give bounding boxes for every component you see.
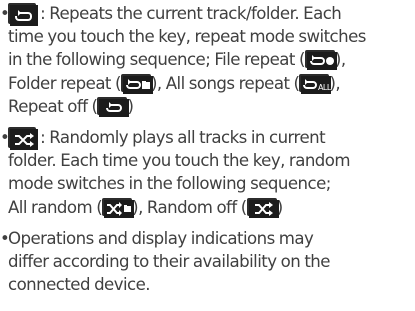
shuffle-off-icon: [246, 197, 279, 218]
repeat-desc-8: Repeat off (: [8, 96, 98, 116]
note-item-line-3: connected device.: [0, 273, 415, 296]
repeat-item-line-3: in the following sequence; File repeat (…: [0, 48, 415, 71]
repeat-desc-2: time you touch the key, repeat mode swit…: [8, 27, 366, 47]
repeat-key-icon: [8, 3, 38, 26]
random-desc-2: folder. Each time you touch the key, ran…: [8, 151, 351, 171]
note-desc-2: differ according to their availability o…: [8, 251, 330, 271]
repeat-desc-6: ), All songs repeat (: [150, 73, 300, 93]
repeat-file-icon: [304, 50, 337, 71]
repeat-item-line-4: Folder repeat ( ), All songs repeat ( AL…: [0, 72, 415, 95]
repeat-off-icon: [97, 96, 130, 117]
shuffle-icon: [10, 128, 38, 150]
repeat-folder-icon: [120, 73, 153, 94]
shuffle-all-icon: [102, 197, 135, 218]
svg-text:ALL: ALL: [318, 83, 331, 92]
random-item-line-4: All random ( ), Random off ( ): [0, 196, 415, 219]
repeat-item-line-5: Repeat off ( ): [0, 95, 415, 118]
random-item-line-2: folder. Each time you touch the key, ran…: [0, 149, 415, 172]
document-body: • : Repeats the current track/folder. Ea…: [0, 0, 415, 296]
shuffle-key-icon: [8, 126, 38, 150]
repeat-item-line-1: • : Repeats the current track/folder. Ea…: [0, 2, 415, 26]
random-desc-3: mode switches in the following sequence;: [8, 174, 331, 194]
bullet: •: [0, 127, 10, 147]
random-item-line-3: mode switches in the following sequence;: [0, 172, 415, 195]
repeat-icon: [10, 5, 38, 26]
random-item-line-1: • : Randomly plays all tracks in current: [0, 126, 415, 150]
repeat-item-line-2: time you touch the key, repeat mode swit…: [0, 25, 415, 48]
repeat-desc-5: Folder repeat (: [8, 73, 121, 93]
repeat-all-icon: ALL: [299, 73, 332, 94]
bullet: •: [0, 228, 10, 248]
random-desc-5: ), Random off (: [132, 197, 247, 217]
repeat-desc-3: in the following sequence; File repeat (: [8, 50, 305, 70]
repeat-desc-1: : Repeats the current track/folder. Each: [36, 4, 342, 23]
note-item-line-2: differ according to their availability o…: [0, 250, 415, 273]
note-desc-1: Operations and display indications may: [8, 228, 314, 248]
note-item-line-1: •Operations and display indications may: [0, 227, 415, 250]
note-desc-3: connected device.: [8, 275, 151, 295]
random-desc-4: All random (: [8, 197, 103, 217]
random-desc-1: : Randomly plays all tracks in current: [36, 127, 326, 147]
bullet: •: [0, 4, 10, 23]
